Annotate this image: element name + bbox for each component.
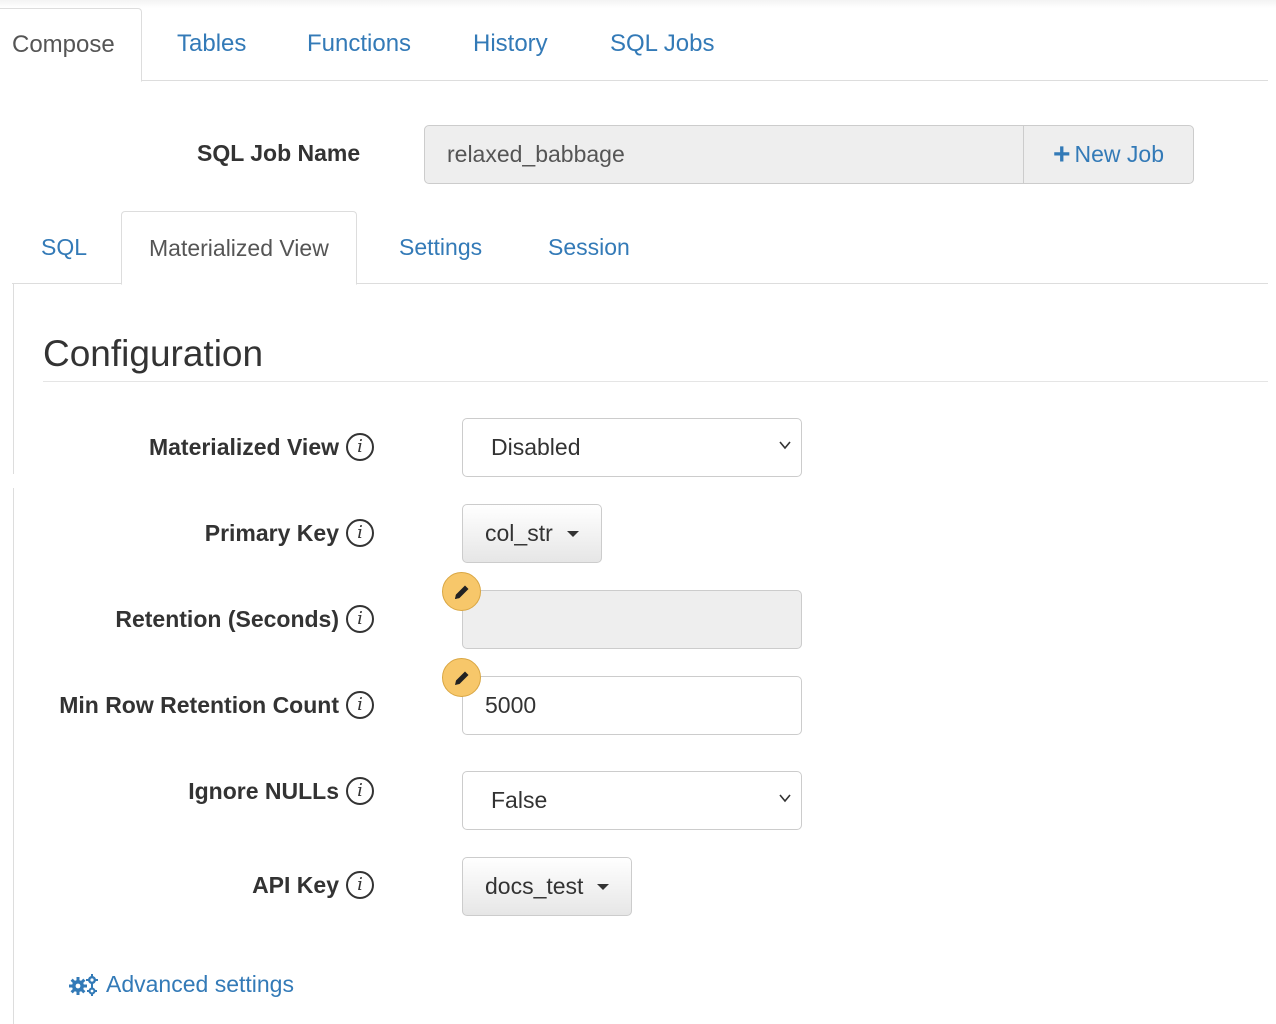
min-row-retention-input[interactable]: 5000 (462, 676, 802, 735)
tab-functions[interactable]: Functions (307, 8, 411, 81)
new-job-button[interactable]: + New Job (1023, 125, 1194, 184)
materialized-view-label: Materialized View i (149, 433, 374, 461)
tab-materialized-view[interactable]: Materialized View (121, 211, 357, 285)
advanced-settings-link[interactable]: Advanced settings (68, 971, 294, 998)
dropdown-value: docs_test (485, 873, 584, 899)
field-label-text: Materialized View (148, 433, 339, 460)
tab-sql[interactable]: SQL (41, 211, 87, 284)
configuration-heading: Configuration (43, 333, 264, 374)
gears-icon (69, 973, 98, 996)
top-edge (0, 0, 1276, 8)
page: Compose Tables Functions History SQL Job… (0, 0, 1276, 1024)
info-icon[interactable]: i (346, 777, 374, 805)
tab-tables[interactable]: Tables (177, 8, 246, 81)
sql-job-name-label: SQL Job Name (197, 140, 361, 166)
ignore-nulls-label: Ignore NULLs i (188, 777, 374, 805)
info-icon[interactable]: i (346, 519, 374, 547)
plus-icon: + (1052, 138, 1071, 171)
caret-down-icon (597, 884, 610, 890)
info-icon[interactable]: i (346, 691, 374, 719)
ignore-nulls-select[interactable]: False (462, 771, 802, 830)
select-value: False (491, 787, 548, 813)
chevron-down-icon (779, 794, 791, 803)
info-icon[interactable]: i (346, 433, 374, 461)
field-label-text: Primary Key (204, 519, 339, 546)
chevron-down-icon (779, 441, 791, 450)
primary-key-dropdown[interactable]: col_str (462, 504, 602, 563)
retention-seconds-label: Retention (Seconds) i (115, 605, 374, 633)
field-label-text: API Key (252, 871, 339, 898)
tab-sql-jobs[interactable]: SQL Jobs (610, 8, 715, 81)
sub-tab-bar: SQL Materialized View Settings Session (12, 211, 1268, 285)
tab-session[interactable]: Session (548, 211, 630, 284)
panel-border (13, 488, 14, 1024)
tab-settings[interactable]: Settings (399, 211, 482, 284)
advanced-settings-label: Advanced settings (106, 971, 294, 997)
field-label-text: Retention (Seconds) (115, 605, 339, 632)
pencil-icon[interactable] (442, 572, 481, 611)
sql-job-name-input[interactable]: relaxed_babbage (424, 125, 1024, 184)
retention-seconds-input[interactable] (462, 590, 802, 649)
select-value: Disabled (491, 434, 581, 460)
tab-history[interactable]: History (473, 8, 548, 81)
api-key-dropdown[interactable]: docs_test (462, 857, 633, 916)
info-icon[interactable]: i (346, 605, 374, 633)
field-label-text: Min Row Retention Count (59, 691, 339, 718)
primary-key-label: Primary Key i (205, 519, 374, 547)
divider (43, 381, 1268, 382)
info-icon[interactable]: i (346, 871, 374, 899)
materialized-view-select[interactable]: Disabled (462, 418, 802, 477)
panel-border (13, 284, 14, 474)
field-label-text: Ignore NULLs (188, 777, 339, 804)
caret-down-icon (566, 531, 579, 537)
api-key-label: API Key i (252, 871, 374, 899)
pencil-icon[interactable] (442, 658, 481, 697)
min-row-retention-label: Min Row Retention Count i (59, 691, 374, 719)
tab-compose[interactable]: Compose (0, 8, 142, 82)
top-tab-bar: Compose Tables Functions History SQL Job… (0, 8, 1268, 82)
dropdown-value: col_str (485, 520, 553, 546)
new-job-label: New Job (1074, 141, 1164, 167)
